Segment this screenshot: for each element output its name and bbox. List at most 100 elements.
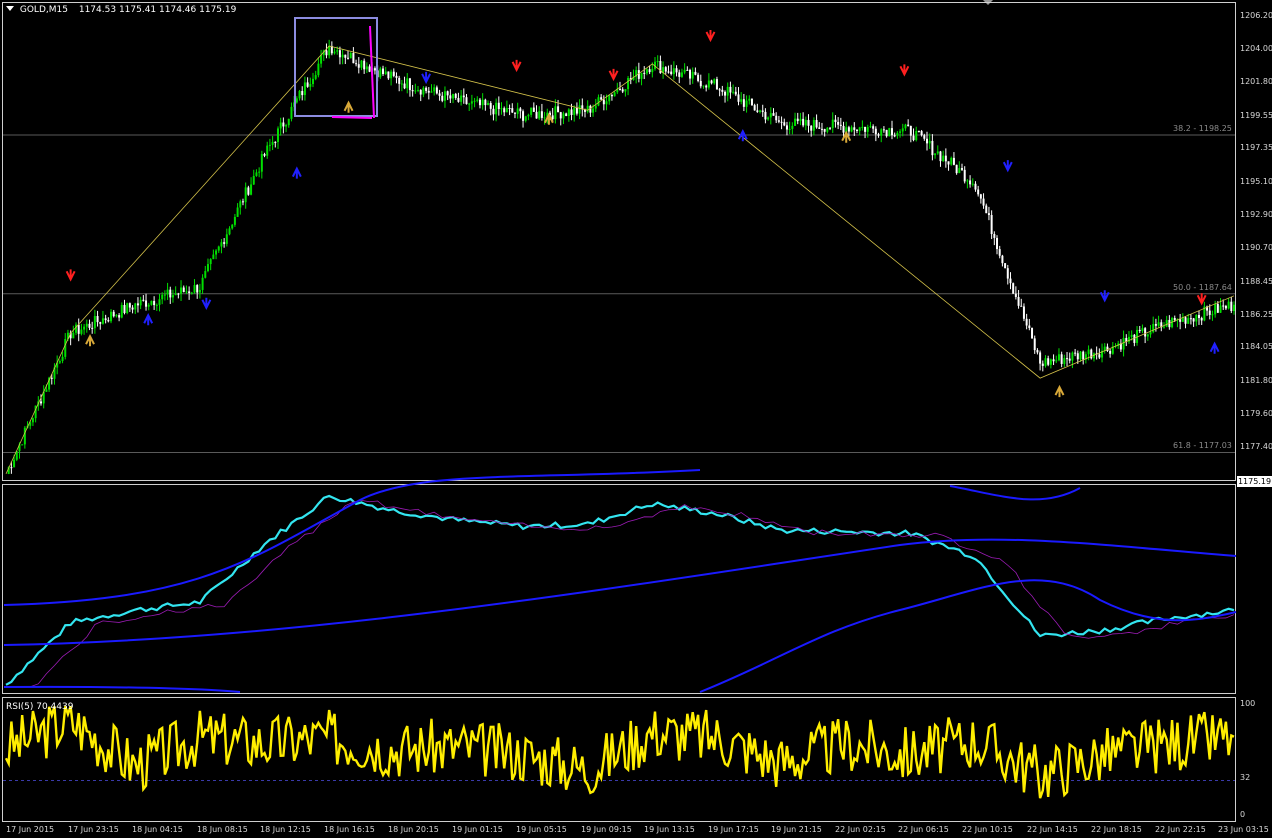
candle-body bbox=[1208, 310, 1211, 315]
candle-body bbox=[241, 201, 244, 203]
quote-high: 1175.41 bbox=[118, 5, 157, 15]
candle-body bbox=[775, 115, 778, 121]
candle-body bbox=[422, 87, 425, 95]
candle-body bbox=[190, 292, 193, 294]
candle-body bbox=[419, 89, 422, 95]
candle-body bbox=[312, 78, 314, 85]
candle-body bbox=[344, 54, 347, 58]
fib-level-label: 61.8 - 1177.03 bbox=[1173, 441, 1232, 451]
candle-body bbox=[818, 127, 821, 129]
candle-body bbox=[842, 125, 845, 133]
candle-body bbox=[223, 242, 226, 244]
candle-body bbox=[694, 71, 697, 75]
rsi-line bbox=[4, 706, 1235, 799]
candle-body bbox=[274, 141, 277, 143]
candle-body bbox=[417, 89, 420, 91]
candle-body bbox=[578, 105, 581, 114]
candle-body bbox=[1009, 278, 1012, 284]
symbol-header[interactable]: GOLD,M15 1174.53 1175.41 1174.46 1175.19 bbox=[6, 5, 236, 15]
candle-body bbox=[368, 66, 371, 72]
candle-body bbox=[1031, 327, 1034, 339]
candle-body bbox=[398, 77, 401, 84]
candle-body bbox=[260, 154, 263, 172]
candle-body bbox=[559, 112, 562, 119]
candle-body bbox=[403, 83, 406, 89]
candle-body bbox=[939, 151, 942, 162]
candle-body bbox=[497, 102, 500, 109]
band-lower-line bbox=[3, 685, 241, 693]
candle-body bbox=[1144, 328, 1147, 337]
fib-level-label: 50.0 - 1187.64 bbox=[1173, 282, 1232, 292]
magenta-signal-line bbox=[331, 116, 373, 119]
candle-body bbox=[516, 108, 519, 114]
candle-body bbox=[565, 113, 568, 117]
time-axis[interactable]: 17 Jun 2015 17 Jun 23:15 18 Jun 04:15 18 Ju… bbox=[0, 822, 1272, 838]
band-middle-line bbox=[3, 538, 1237, 646]
rsi-level-0: 0 bbox=[1240, 810, 1246, 819]
candle-body bbox=[567, 109, 570, 117]
dropdown-triangle-icon[interactable] bbox=[6, 6, 14, 11]
candle-body bbox=[446, 91, 449, 96]
candle-body bbox=[594, 105, 597, 109]
candle-body bbox=[204, 271, 207, 278]
candle-body bbox=[104, 318, 107, 321]
candle-body bbox=[1006, 268, 1009, 279]
candle-body bbox=[107, 320, 110, 322]
candle-body bbox=[303, 82, 306, 96]
candle-body bbox=[306, 82, 309, 87]
candle-body bbox=[872, 126, 875, 129]
candle-body bbox=[982, 198, 985, 206]
candle-body bbox=[228, 228, 231, 235]
candle-body bbox=[220, 242, 223, 247]
time-tick-label: 18 Jun 04:15 bbox=[132, 825, 183, 834]
candle-body bbox=[287, 118, 290, 126]
candle-body bbox=[263, 154, 266, 156]
candle-body bbox=[476, 99, 479, 101]
candle-body bbox=[850, 127, 853, 132]
candle-body bbox=[826, 127, 829, 132]
candle-body bbox=[952, 157, 955, 165]
candle-body bbox=[917, 130, 920, 132]
candle-body bbox=[934, 153, 937, 156]
candle-body bbox=[470, 101, 473, 104]
arrow-down-icon bbox=[421, 71, 431, 85]
candle-body bbox=[279, 122, 282, 129]
time-tick-label: 17 Jun 2015 bbox=[6, 825, 55, 834]
candle-body bbox=[1219, 305, 1222, 313]
candle-body bbox=[1071, 352, 1074, 361]
price-tick-label: 1206.20 bbox=[1240, 11, 1272, 20]
candle-body bbox=[958, 168, 961, 174]
time-tick-label: 22 Jun 02:15 bbox=[835, 825, 886, 834]
candle-body bbox=[734, 91, 737, 95]
candle-body bbox=[247, 187, 250, 195]
arrow-up-icon bbox=[291, 166, 302, 179]
candle-body bbox=[643, 72, 646, 74]
candle-body bbox=[627, 78, 630, 90]
candle-body bbox=[689, 70, 692, 79]
candle-body bbox=[252, 175, 255, 185]
candle-body bbox=[352, 52, 355, 64]
candle-body bbox=[1230, 301, 1233, 312]
candle-body bbox=[624, 89, 627, 92]
candle-body bbox=[177, 293, 180, 295]
candle-body bbox=[112, 311, 115, 317]
chart-canvas bbox=[3, 17, 1237, 799]
candle-body bbox=[91, 327, 94, 329]
price-tick-label: 1184.05 bbox=[1240, 342, 1272, 352]
candle-body bbox=[645, 69, 648, 74]
candle-body bbox=[961, 168, 964, 170]
price-tick-label: 1186.25 bbox=[1240, 309, 1272, 319]
candle-body bbox=[613, 92, 616, 97]
candle-body bbox=[123, 304, 126, 314]
candle-body bbox=[13, 459, 16, 468]
candle-body bbox=[40, 401, 43, 404]
candle-body bbox=[392, 71, 395, 76]
price-tick-label: 1188.45 bbox=[1240, 276, 1272, 286]
candle-body bbox=[427, 90, 430, 93]
symbol-label: GOLD,M15 bbox=[19, 5, 68, 15]
candle-body bbox=[861, 126, 864, 128]
candle-body bbox=[384, 71, 387, 75]
candle-body bbox=[767, 117, 770, 120]
candle-body bbox=[785, 125, 788, 130]
candle-body bbox=[1133, 334, 1136, 343]
